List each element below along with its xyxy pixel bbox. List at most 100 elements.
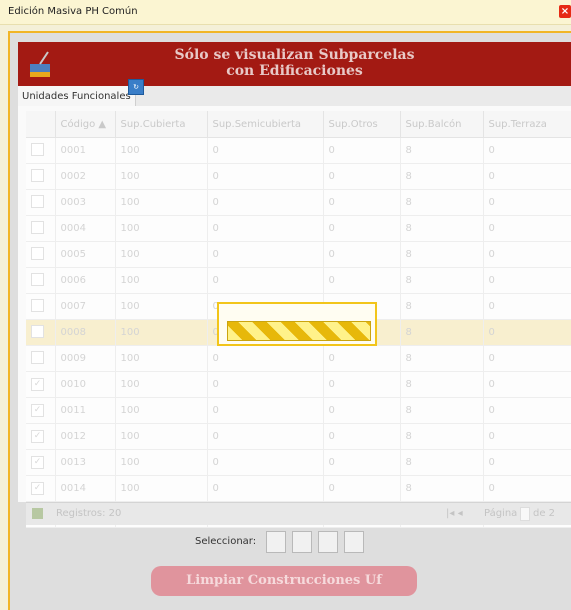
codigo-cell: 0014	[55, 475, 116, 502]
table-row[interactable]: ✓ 0012 100 0 0 8 0	[26, 423, 571, 450]
codigo-cell: 0005	[55, 241, 116, 268]
codigo-cell: 0002	[55, 163, 116, 190]
sup-balcon-cell: 8	[400, 475, 484, 502]
sup-semicubierta-cell: 0	[207, 241, 324, 268]
tab-unidades-funcionales[interactable]: Unidades Funcionales	[18, 86, 136, 106]
table-row[interactable]: ✓ 0013 100 0 0 8 0	[26, 449, 571, 476]
sup-terraza-cell: 0	[483, 449, 571, 476]
table-row[interactable]: 0003 100 0 0 8 0	[26, 189, 571, 216]
column-sup-semicubierta[interactable]: Sup.Semicubierta	[207, 111, 324, 138]
sup-terraza-cell: 0	[483, 371, 571, 398]
pager-prev-buttons[interactable]: |◂ ◂	[446, 508, 463, 519]
sup-terraza-cell: 0	[483, 189, 571, 216]
column-sup-otros[interactable]: Sup.Otros	[323, 111, 401, 138]
table-row[interactable]: 0001 100 0 0 8 0	[26, 137, 571, 164]
sup-terraza-cell: 0	[483, 267, 571, 294]
sup-cubierta-cell: 100	[115, 371, 208, 398]
select-cell: ✓	[26, 397, 56, 424]
row-checkbox[interactable]	[31, 142, 44, 156]
sup-terraza-cell: 0	[483, 215, 571, 242]
row-checkbox[interactable]	[31, 194, 44, 208]
row-checkbox[interactable]: ✓	[31, 404, 44, 417]
select-cell	[26, 345, 56, 372]
codigo-cell: 0003	[55, 189, 116, 216]
pager: Registros: 20 |◂ ◂ Página de 2	[26, 502, 571, 525]
sup-otros-cell: 0	[323, 371, 401, 398]
sup-balcon-cell: 8	[400, 345, 484, 372]
sup-terraza-cell: 0	[483, 293, 571, 320]
select-none-button[interactable]	[292, 531, 312, 553]
sup-balcon-cell: 8	[400, 293, 484, 320]
column-sup-balcon[interactable]: Sup.Balcón	[400, 111, 484, 138]
sup-semicubierta-cell: 0	[207, 449, 324, 476]
select-cell: ✓	[26, 423, 56, 450]
sup-otros-cell: 0	[323, 163, 401, 190]
codigo-cell: 0009	[55, 345, 116, 372]
limpiar-construcciones-button[interactable]: Limpiar Construcciones Uf	[151, 566, 417, 596]
table-row[interactable]: 0002 100 0 0 8 0	[26, 163, 571, 190]
sup-cubierta-cell: 100	[115, 449, 208, 476]
row-checkbox[interactable]: ✓	[31, 430, 44, 443]
sup-terraza-cell: 0	[483, 319, 571, 346]
table-row[interactable]: ✓ 0011 100 0 0 8 0	[26, 397, 571, 424]
sup-semicubierta-cell: 0	[207, 475, 324, 502]
row-checkbox[interactable]	[31, 298, 44, 312]
codigo-cell: 0004	[55, 215, 116, 242]
reload-icon[interactable]	[32, 508, 43, 519]
sup-terraza-cell: 0	[483, 475, 571, 502]
sup-semicubierta-cell: 0	[207, 189, 324, 216]
sup-otros-cell: 0	[323, 137, 401, 164]
page-total: de 2	[533, 508, 556, 519]
column-select[interactable]	[26, 111, 56, 138]
sup-semicubierta-cell: 0	[207, 345, 324, 372]
select-cell: ✓	[26, 449, 56, 476]
sup-terraza-cell: 0	[483, 423, 571, 450]
row-checkbox[interactable]	[31, 220, 44, 234]
column-sup-terraza[interactable]: Sup.Terraza	[483, 111, 571, 138]
page-input[interactable]	[520, 507, 530, 521]
select-cell	[26, 163, 56, 190]
select-clear-button[interactable]	[344, 531, 364, 553]
sup-balcon-cell: 8	[400, 267, 484, 294]
table-row[interactable]: 0006 100 0 0 8 0	[26, 267, 571, 294]
table-row[interactable]: 0005 100 0 0 8 0	[26, 241, 571, 268]
sup-semicubierta-cell: 0	[207, 215, 324, 242]
info-banner: Sólo se visualizan Subparcelas con Edifi…	[18, 42, 571, 86]
codigo-cell: 0001	[55, 137, 116, 164]
row-checkbox[interactable]	[31, 272, 44, 286]
sup-otros-cell: 0	[323, 189, 401, 216]
seleccionar-label: Seleccionar:	[195, 536, 257, 547]
sup-semicubierta-cell: 0	[207, 137, 324, 164]
row-checkbox[interactable]	[31, 350, 44, 364]
row-checkbox[interactable]	[31, 168, 44, 182]
sup-balcon-cell: 8	[400, 397, 484, 424]
row-checkbox[interactable]	[31, 324, 44, 338]
pagina-label: Página	[484, 508, 518, 519]
codigo-cell: 0013	[55, 449, 116, 476]
table-row[interactable]: ✓ 0010 100 0 0 8 0	[26, 371, 571, 398]
select-cell	[26, 241, 56, 268]
row-checkbox[interactable]: ✓	[31, 378, 44, 391]
select-cell: ✓	[26, 475, 56, 502]
tab-refresh-icon[interactable]: ↻	[128, 79, 144, 95]
row-checkbox[interactable]: ✓	[31, 482, 44, 495]
sup-cubierta-cell: 100	[115, 345, 208, 372]
sup-terraza-cell: 0	[483, 241, 571, 268]
sup-otros-cell: 0	[323, 423, 401, 450]
column-codigo[interactable]: Código ▲	[55, 111, 116, 138]
table-row[interactable]: 0009 100 0 0 8 0	[26, 345, 571, 372]
sup-balcon-cell: 8	[400, 449, 484, 476]
row-checkbox[interactable]	[31, 246, 44, 260]
codigo-cell: 0008	[55, 319, 116, 346]
table-row[interactable]: ✓ 0014 100 0 0 8 0	[26, 475, 571, 502]
row-checkbox[interactable]: ✓	[31, 456, 44, 469]
sup-cubierta-cell: 100	[115, 267, 208, 294]
table-row[interactable]: 0004 100 0 0 8 0	[26, 215, 571, 242]
banner-line-2: con Edificaciones	[226, 63, 363, 79]
loading-progress-bar	[227, 321, 371, 341]
column-sup-cubierta[interactable]: Sup.Cubierta	[115, 111, 208, 138]
select-cell	[26, 319, 56, 346]
select-invert-button[interactable]	[318, 531, 338, 553]
select-all-button[interactable]	[266, 531, 286, 553]
close-icon[interactable]: ×	[559, 5, 571, 18]
